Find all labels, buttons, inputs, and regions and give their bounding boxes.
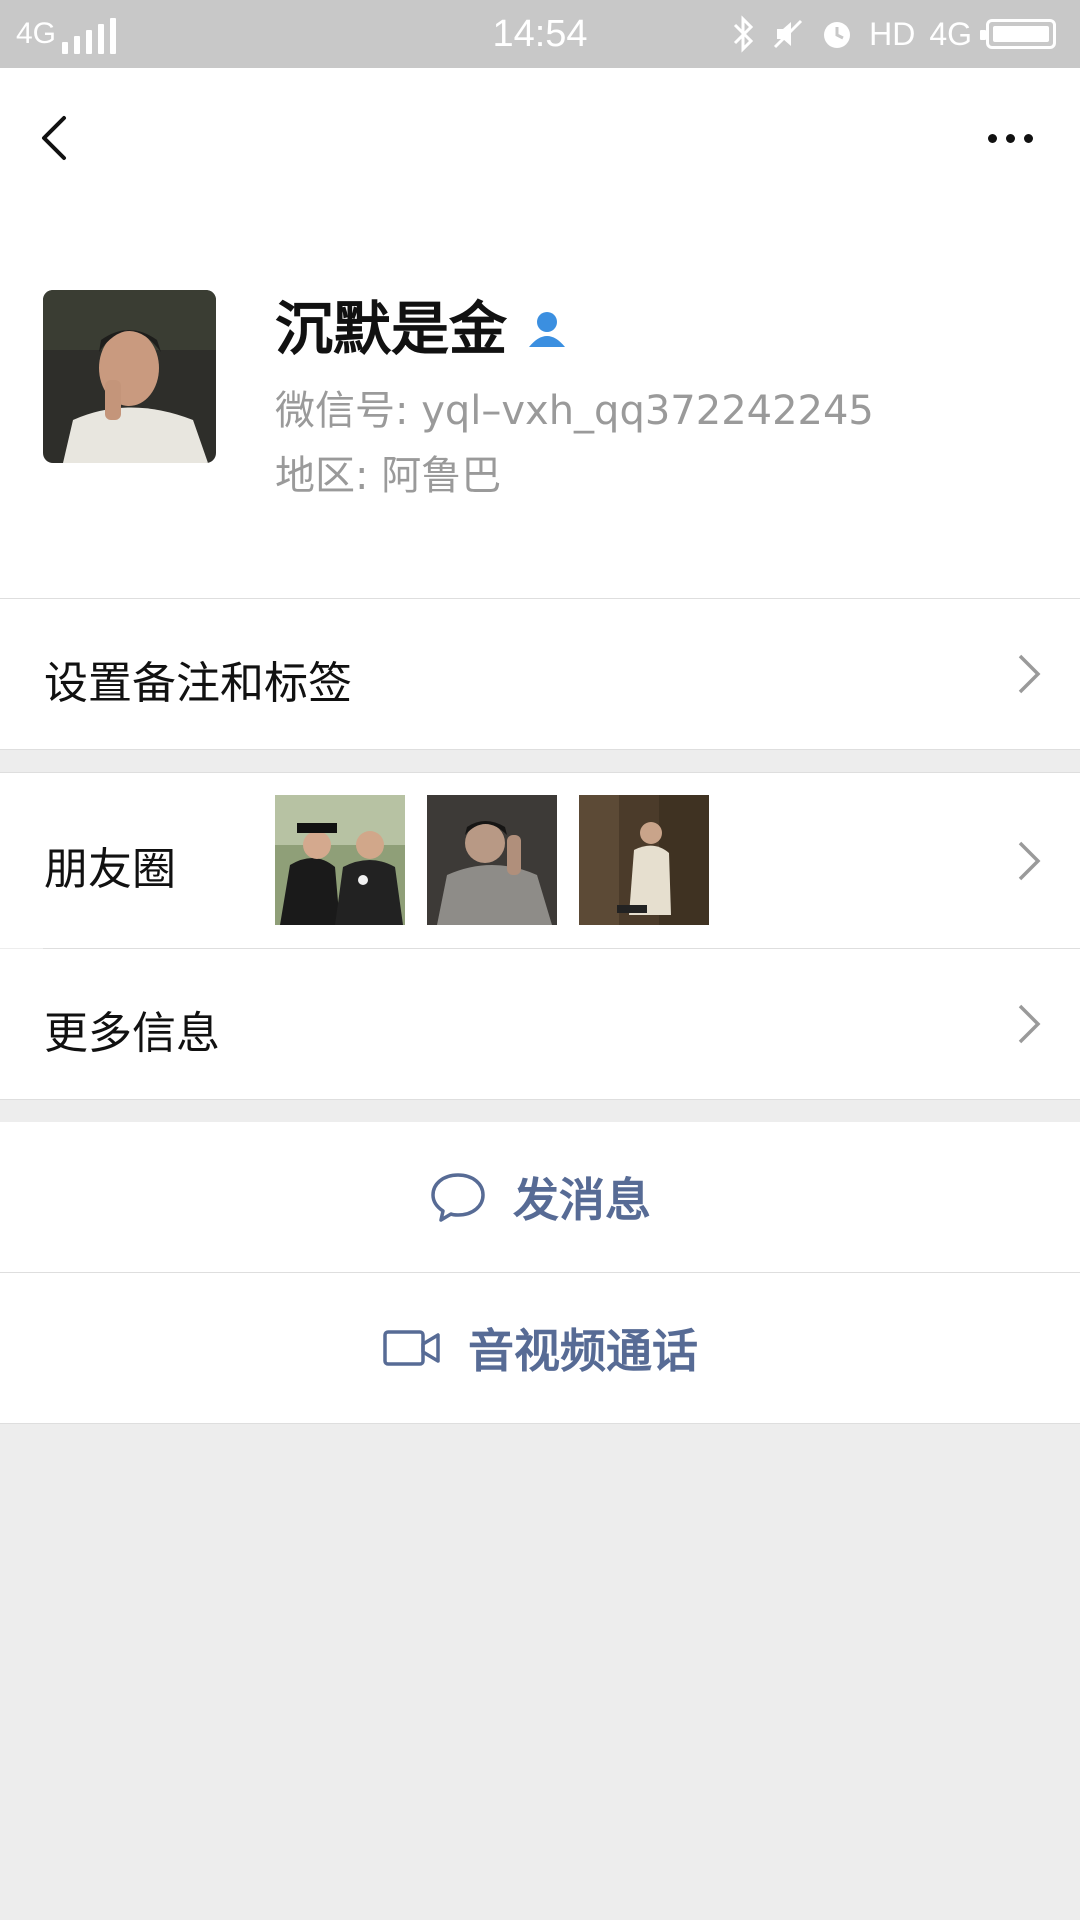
hd-label: HD (869, 16, 916, 52)
avatar[interactable] (43, 290, 216, 463)
divider (0, 749, 1080, 750)
divider (0, 1423, 1080, 1424)
more-dots-icon[interactable] (980, 118, 1040, 158)
video-call-label: 音视频通话 (468, 1324, 698, 1378)
network-type-right: 4G (929, 16, 972, 52)
remarks-tags-row[interactable]: 设置备注和标签 (0, 599, 1080, 749)
status-icons: HD 4G (731, 12, 1056, 56)
moments-thumbnail (427, 795, 557, 925)
male-user-icon (529, 312, 566, 347)
moments-label: 朋友圈 (44, 844, 176, 895)
status-bar: 4G 14:54 HD 4G (0, 0, 1080, 68)
moments-row[interactable]: 朋友圈 (0, 773, 1080, 948)
region: 地区: 阿鲁巴 (275, 453, 502, 499)
chat-bubble-icon (431, 1173, 485, 1222)
chevron-right-icon (1018, 654, 1041, 694)
back-arrow-icon[interactable] (30, 108, 80, 168)
battery-icon (980, 19, 1056, 49)
more-info-row[interactable]: 更多信息 (0, 949, 1080, 1099)
wechat-id: 微信号: yql–vxh_qq372242245 (275, 388, 874, 434)
chevron-right-icon (1018, 1004, 1041, 1044)
bluetooth-icon (734, 15, 754, 53)
mute-icon (774, 19, 803, 49)
divider (0, 1099, 1080, 1100)
send-message-button[interactable]: 发消息 (0, 1122, 1080, 1272)
display-name: 沉默是金 (275, 295, 508, 363)
send-message-label: 发消息 (513, 1173, 651, 1227)
video-call-button[interactable]: 音视频通话 (0, 1273, 1080, 1423)
alarm-icon (824, 22, 851, 48)
chevron-right-icon (1018, 841, 1041, 881)
more-info-label: 更多信息 (44, 1008, 220, 1059)
name-row: 沉默是金 (275, 293, 569, 365)
profile-header: 沉默是金 微信号: yql–vxh_qq372242245 地区: 阿鲁巴 (0, 68, 1080, 598)
remarks-tags-label: 设置备注和标签 (44, 658, 352, 709)
moments-thumbnail (275, 795, 405, 925)
moments-thumbnail (579, 795, 709, 925)
video-camera-icon (383, 1330, 440, 1366)
empty-background (0, 1425, 1080, 1920)
